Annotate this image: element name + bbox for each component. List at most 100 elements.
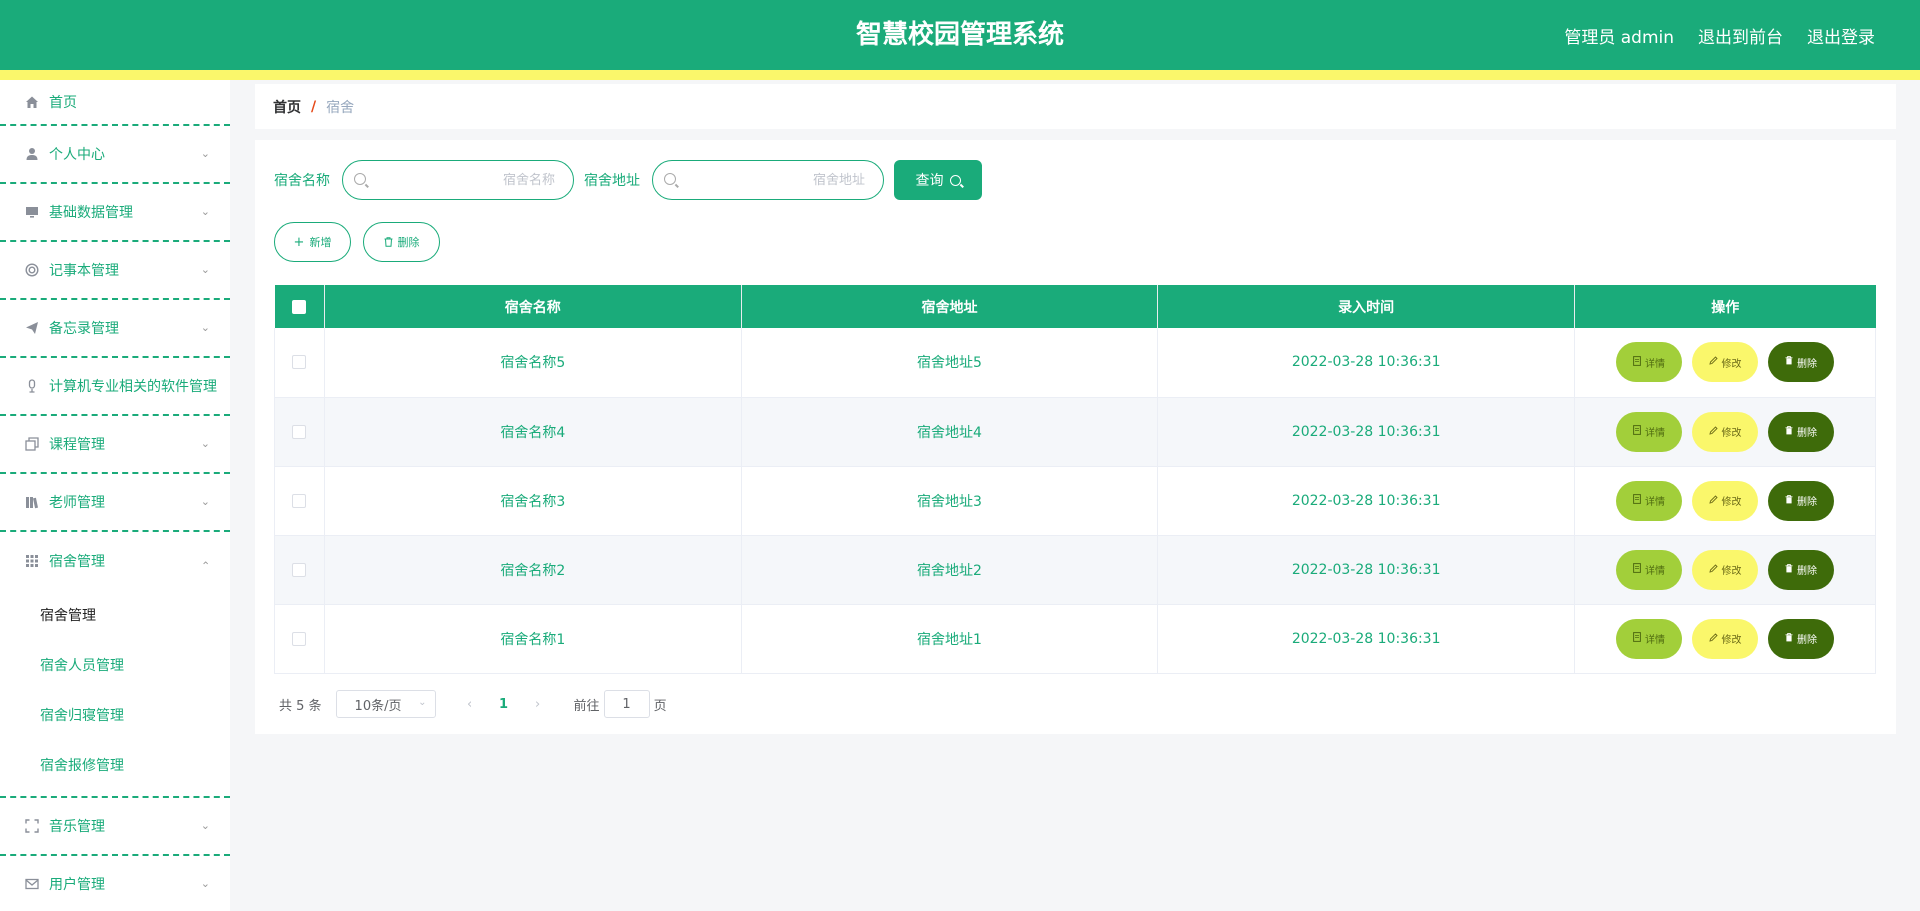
submenu-item-dorm-return[interactable]: 宿舍归寝管理 <box>0 690 230 740</box>
sidebar-item-notebook[interactable]: 记事本管理 ⌄ <box>0 242 230 300</box>
sidebar-item-music[interactable]: 音乐管理 ⌄ <box>0 798 230 856</box>
table-row: 宿舍名称1 宿舍地址1 2022-03-28 10:36:31 详情 修改 删除 <box>274 604 1876 674</box>
sidebar-item-user[interactable]: 用户管理 ⌄ <box>0 856 230 911</box>
cell-time: 2022-03-28 10:36:31 <box>1157 328 1576 398</box>
delete-button[interactable]: 删除 <box>1768 618 1835 659</box>
delete-button[interactable]: 删除 <box>1768 411 1835 452</box>
cell-name: 宿舍名称3 <box>324 466 742 536</box>
row-checkbox[interactable] <box>292 424 307 439</box>
detail-label: 详情 <box>1645 428 1666 439</box>
row-checkbox[interactable] <box>292 355 307 370</box>
chevron-down-icon: ⌄ <box>200 494 210 508</box>
page-size-select[interactable]: 10条/页 ⌄ <box>335 690 436 718</box>
column-header-actions: 操作 <box>1574 285 1876 328</box>
select-all-checkbox[interactable] <box>292 299 307 314</box>
row-checkbox[interactable] <box>292 493 307 508</box>
sidebar-item-basic-data[interactable]: 基础数据管理 ⌄ <box>0 184 230 242</box>
breadcrumb-separator: / <box>311 98 317 115</box>
edit-button[interactable]: 修改 <box>1692 549 1759 590</box>
document-icon <box>1633 632 1641 645</box>
dorm-submenu: 宿舍管理 宿舍人员管理 宿舍归寝管理 宿舍报修管理 <box>0 590 230 798</box>
query-button[interactable]: 查询 <box>894 160 982 200</box>
sidebar-item-dorm[interactable]: 宿舍管理 ⌄ <box>0 532 230 590</box>
batch-delete-button[interactable]: 删除 <box>363 222 440 262</box>
sidebar-item-home[interactable]: 首页 <box>0 80 230 126</box>
cell-actions: 详情 修改 删除 <box>1574 535 1876 605</box>
column-header-time: 录入时间 <box>1157 285 1576 328</box>
edit-button[interactable]: 修改 <box>1692 411 1759 452</box>
sidebar-item-label: 音乐管理 <box>49 819 105 835</box>
chevron-down-icon: ⌄ <box>418 697 427 708</box>
next-page-button[interactable]: › <box>524 697 552 712</box>
detail-button[interactable]: 详情 <box>1616 618 1683 659</box>
goto-page-input[interactable] <box>603 690 650 718</box>
trash-icon <box>384 237 393 247</box>
pencil-icon <box>1708 563 1718 576</box>
cell-time: 2022-03-28 10:36:31 <box>1157 535 1576 605</box>
submenu-item-dorm-people[interactable]: 宿舍人员管理 <box>0 640 230 690</box>
trash-icon <box>1785 494 1793 507</box>
header-right: 管理员 admin 退出到前台 退出登录 <box>1564 0 1875 70</box>
select-all-cell <box>274 285 325 328</box>
document-icon <box>1633 355 1641 369</box>
row-checkbox[interactable] <box>292 631 307 646</box>
cell-address: 宿舍地址1 <box>741 604 1159 674</box>
detail-button[interactable]: 详情 <box>1616 549 1683 590</box>
cell-name: 宿舍名称2 <box>324 535 742 605</box>
detail-button[interactable]: 详情 <box>1616 342 1683 383</box>
edit-label: 修改 <box>1721 358 1742 370</box>
logout-link[interactable]: 退出登录 <box>1807 23 1875 48</box>
table-body: 宿舍名称5 宿舍地址5 2022-03-28 10:36:31 详情 修改 删除 宿舍名称4… <box>274 328 1876 674</box>
edit-label: 修改 <box>1721 428 1742 439</box>
add-button[interactable]: + 新增 <box>274 222 351 262</box>
chevron-down-icon: ⌄ <box>200 818 210 832</box>
chevron-down-icon: ⌄ <box>200 146 210 160</box>
send-icon <box>24 320 40 336</box>
lifebuoy-icon <box>24 262 40 278</box>
sidebar-item-memo[interactable]: 备忘录管理 ⌄ <box>0 300 230 358</box>
chevron-down-icon: ⌄ <box>200 262 210 276</box>
prev-page-button[interactable]: ‹ <box>456 697 484 712</box>
cell-actions: 详情 修改 删除 <box>1574 466 1876 536</box>
delete-label: 删除 <box>1797 635 1818 646</box>
edit-button[interactable]: 修改 <box>1692 342 1759 383</box>
delete-label: 删除 <box>1797 358 1818 370</box>
row-actions: 详情 修改 删除 <box>1575 411 1875 452</box>
submenu-item-dorm-manage[interactable]: 宿舍管理 <box>0 590 230 640</box>
sidebar-item-label: 基础数据管理 <box>49 205 133 221</box>
submenu-item-dorm-repair[interactable]: 宿舍报修管理 <box>0 740 230 790</box>
name-search-input[interactable] <box>343 161 573 199</box>
row-actions: 详情 修改 删除 <box>1575 618 1875 659</box>
trash-icon <box>1785 563 1793 576</box>
row-checkbox[interactable] <box>292 562 307 577</box>
edit-button[interactable]: 修改 <box>1692 480 1759 521</box>
breadcrumb-home[interactable]: 首页 <box>273 97 301 117</box>
edit-button[interactable]: 修改 <box>1692 618 1759 659</box>
delete-button[interactable]: 删除 <box>1768 342 1835 383</box>
table-row: 宿舍名称2 宿舍地址2 2022-03-28 10:36:31 详情 修改 删除 <box>274 535 1876 605</box>
fullscreen-icon <box>24 818 40 834</box>
sidebar-item-personal[interactable]: 个人中心 ⌄ <box>0 126 230 184</box>
cell-name: 宿舍名称4 <box>324 397 742 467</box>
sidebar-item-software[interactable]: 计算机专业相关的软件管理 <box>0 358 230 416</box>
trash-icon <box>1785 425 1793 438</box>
addr-search-input[interactable] <box>653 161 883 199</box>
copy-icon <box>24 436 40 452</box>
name-search-label: 宿舍名称 <box>274 173 330 189</box>
sidebar-item-label: 个人中心 <box>49 147 105 163</box>
detail-label: 详情 <box>1645 497 1666 508</box>
delete-button[interactable]: 删除 <box>1768 480 1835 521</box>
page-number-1[interactable]: 1 <box>484 697 524 712</box>
cell-time: 2022-03-28 10:36:31 <box>1157 604 1576 674</box>
pencil-icon <box>1708 632 1718 645</box>
sidebar-item-course[interactable]: 课程管理 ⌄ <box>0 416 230 474</box>
sidebar-item-teacher[interactable]: 老师管理 ⌄ <box>0 474 230 532</box>
delete-button[interactable]: 删除 <box>1768 549 1835 590</box>
row-check-cell <box>274 466 325 536</box>
pencil-icon <box>1708 494 1718 507</box>
cell-time: 2022-03-28 10:36:31 <box>1157 397 1576 467</box>
detail-button[interactable]: 详情 <box>1616 411 1683 452</box>
detail-button[interactable]: 详情 <box>1616 480 1683 521</box>
to-front-link[interactable]: 退出到前台 <box>1698 23 1783 48</box>
row-check-cell <box>274 604 325 674</box>
